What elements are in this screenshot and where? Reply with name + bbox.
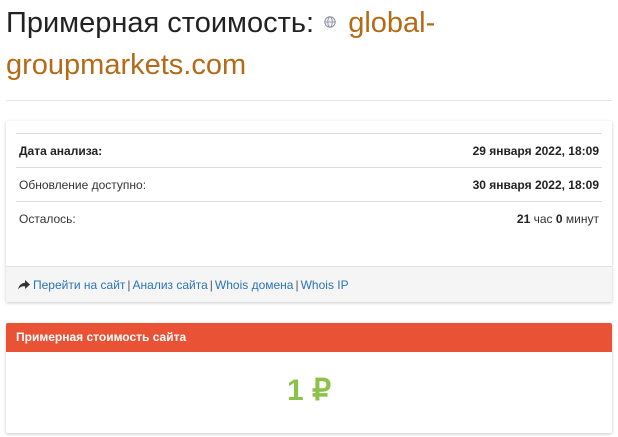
site-analysis-link[interactable]: Анализ сайта — [133, 278, 208, 292]
table-row: Дата анализа: 29 января 2022, 18:09 — [16, 133, 602, 168]
update-available-value: 30 января 2022, 18:09 — [472, 177, 599, 192]
estimated-value-amount: 1 ₽ — [286, 374, 332, 407]
remaining-minutes: 0 — [555, 211, 563, 226]
whois-ip-link[interactable]: Whois IP — [301, 278, 349, 292]
goto-site-link[interactable]: Перейти на сайт — [33, 278, 125, 292]
link-separator: | — [295, 278, 299, 292]
title-prefix: Примерная стоимость: — [6, 7, 315, 39]
globe-icon — [324, 16, 336, 29]
remaining-value: 21 час 0 минут — [309, 201, 602, 235]
link-separator: | — [209, 278, 213, 292]
table-row: Обновление доступно: 30 января 2022, 18:… — [16, 167, 602, 202]
panel-footer-links: Перейти на сайт | Анализ сайта | Whois домен… — [6, 266, 612, 302]
estimated-value-panel: Примерная стоимость сайта 1 ₽ — [6, 323, 612, 433]
page: Примерная стоимость: global-groupmarkets… — [0, 0, 618, 437]
whois-domain-link[interactable]: Whois домена — [215, 278, 294, 292]
analysis-info-table: Дата анализа: 29 января 2022, 18:09 Обно… — [16, 133, 602, 235]
remaining-hours: 21 — [516, 211, 531, 226]
analysis-date-label: Дата анализа: — [16, 133, 310, 168]
share-arrow-icon — [18, 279, 30, 290]
update-available-label: Обновление доступно: — [16, 167, 310, 202]
table-row: Осталось: 21 час 0 минут — [16, 201, 602, 235]
remaining-label: Осталось: — [16, 201, 310, 235]
estimated-value-header: Примерная стоимость сайта — [6, 323, 612, 352]
remaining-hours-unit: час — [533, 211, 553, 226]
remaining-minutes-unit: минут — [565, 211, 599, 226]
analysis-date-value: 29 января 2022, 18:09 — [472, 143, 599, 158]
link-separator: | — [127, 278, 131, 292]
page-title: Примерная стоимость: global-groupmarkets… — [6, 2, 606, 86]
title-divider — [6, 100, 612, 101]
analysis-info-panel: Дата анализа: 29 января 2022, 18:09 Обно… — [6, 121, 612, 302]
